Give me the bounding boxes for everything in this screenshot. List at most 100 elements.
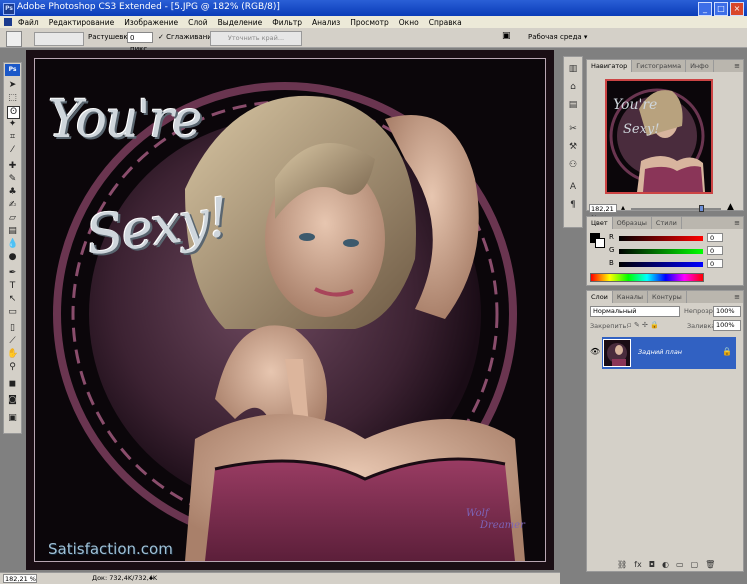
color-panel-menu-icon[interactable]: ≡ xyxy=(734,219,740,227)
gradient-tool-icon[interactable]: ▤ xyxy=(7,226,18,237)
navigator-slider-knob[interactable] xyxy=(699,205,704,212)
layers-panel-menu-icon[interactable]: ≡ xyxy=(734,293,740,301)
panel-menu-icon[interactable]: ≡ xyxy=(734,62,740,70)
shape-tool-icon[interactable]: ▭ xyxy=(7,307,18,318)
clone-source-icon[interactable]: ⚇ xyxy=(567,159,579,171)
brush-tool-icon[interactable]: ✎ xyxy=(7,174,18,185)
photoshop-app-icon[interactable]: Ps xyxy=(3,3,15,15)
document-canvas[interactable]: You're Sexy! Satisfaction.com Wolf Dream… xyxy=(26,50,554,570)
slice-tool-icon[interactable]: ⁄ xyxy=(7,145,18,156)
tab-info[interactable]: Инфо xyxy=(686,60,714,72)
history-brush-tool-icon[interactable]: ✍ xyxy=(7,200,18,211)
doc-info[interactable]: Док: 732,4K/732,4K xyxy=(92,573,157,584)
close-button[interactable]: × xyxy=(730,2,744,16)
layer-row-background[interactable]: Задний план 🔒 xyxy=(602,337,736,369)
layer-name[interactable]: Задний план xyxy=(638,348,682,356)
feather-input[interactable]: 0 пикс xyxy=(127,32,153,53)
red-value-input[interactable]: 0 xyxy=(707,233,723,242)
notes-tool-icon[interactable]: ▯ xyxy=(7,323,18,334)
menu-edit[interactable]: Редактирование xyxy=(49,18,114,27)
adjustment-layer-icon[interactable]: ◐ xyxy=(662,560,669,569)
link-layers-icon[interactable]: ⛓ xyxy=(617,560,627,569)
tab-layers[interactable]: Слои xyxy=(587,291,613,303)
magic-wand-tool-icon[interactable]: ✦ xyxy=(7,119,18,130)
actions-icon[interactable]: ⚒ xyxy=(567,141,579,153)
move-tool-icon[interactable]: ➤ xyxy=(7,80,18,91)
tab-paths[interactable]: Контуры xyxy=(648,291,687,303)
character-icon[interactable]: A xyxy=(567,181,579,193)
crop-tool-icon[interactable]: ⌗ xyxy=(7,132,18,143)
menu-layer[interactable]: Слой xyxy=(188,18,208,27)
lasso-tool-preset-icon[interactable] xyxy=(6,31,22,47)
eyedropper-tool-icon[interactable]: ⟋ xyxy=(7,336,18,347)
refine-edge-button[interactable]: Уточнить край... xyxy=(210,31,302,46)
eraser-tool-icon[interactable]: ▱ xyxy=(7,213,18,224)
blend-mode-select[interactable]: Нормальный xyxy=(590,306,680,317)
paragraph-icon[interactable]: ¶ xyxy=(567,199,579,211)
layer-visibility-eye-icon[interactable]: 👁 xyxy=(590,347,600,356)
menu-window[interactable]: Окно xyxy=(399,18,419,27)
menu-select[interactable]: Выделение xyxy=(218,18,263,27)
lasso-tool-icon[interactable]: ʘ xyxy=(7,106,20,119)
lock-icons[interactable]: ▫ ✎ ✢ 🔒 xyxy=(627,321,659,329)
background-color-swatch[interactable] xyxy=(595,238,605,248)
minimize-button[interactable]: _ xyxy=(698,2,712,16)
menu-view[interactable]: Просмотр xyxy=(350,18,389,27)
hand-tool-icon[interactable]: ✋ xyxy=(7,349,18,360)
dodge-tool-icon[interactable]: ● xyxy=(7,252,18,263)
new-group-icon[interactable]: ▭ xyxy=(676,560,684,569)
antialias-checkbox[interactable]: ✓ Сглаживание xyxy=(158,33,216,41)
delete-layer-icon[interactable]: 🗑 xyxy=(705,560,715,569)
selection-mode-buttons[interactable] xyxy=(34,32,84,46)
clone-stamp-tool-icon[interactable]: ♣ xyxy=(7,187,18,198)
navigator-thumbnail[interactable]: You're Sexy! xyxy=(605,79,713,194)
bridge-icon[interactable]: ▣ xyxy=(502,31,511,41)
tab-color[interactable]: Цвет xyxy=(587,217,613,229)
color-spectrum-bar[interactable] xyxy=(590,273,704,282)
layer-comps-icon[interactable]: ▤ xyxy=(567,99,579,111)
maximize-button[interactable]: □ xyxy=(714,2,728,16)
tab-histogram[interactable]: Гистограмма xyxy=(632,60,687,72)
navigator-zoom-field[interactable]: 182,21 % xyxy=(589,204,617,222)
workspace-button[interactable]: Рабочая среда ▾ xyxy=(528,33,587,41)
blur-tool-icon[interactable]: 💧 xyxy=(7,239,18,250)
screen-mode-icon[interactable]: ▣ xyxy=(7,413,18,424)
healing-brush-tool-icon[interactable]: ✚ xyxy=(7,161,18,172)
doc-info-arrow-icon[interactable]: ▸ xyxy=(150,573,154,584)
layer-style-icon[interactable]: fx xyxy=(634,560,642,569)
ps-menu-icon[interactable] xyxy=(4,18,12,26)
green-value-input[interactable]: 0 xyxy=(707,246,723,255)
green-slider[interactable] xyxy=(619,249,703,254)
pen-tool-icon[interactable]: ✒ xyxy=(7,268,18,279)
blue-slider[interactable] xyxy=(619,262,703,267)
zoom-field[interactable]: 182,21 % xyxy=(3,574,37,583)
menu-image[interactable]: Изображение xyxy=(124,18,178,27)
marquee-tool-icon[interactable]: ⬚ xyxy=(7,93,18,104)
color-swatches-icon[interactable]: ◼ xyxy=(7,379,18,390)
menu-filter[interactable]: Фильтр xyxy=(272,18,302,27)
new-layer-icon[interactable]: ▢ xyxy=(691,560,699,569)
red-slider[interactable] xyxy=(619,236,703,241)
tab-swatches[interactable]: Образцы xyxy=(613,217,652,229)
tab-navigator[interactable]: Навигатор xyxy=(587,60,633,72)
menu-analysis[interactable]: Анализ xyxy=(312,18,340,27)
tab-styles[interactable]: Стили xyxy=(652,217,682,229)
zoom-out-icon[interactable]: ▴ xyxy=(621,203,625,212)
menu-file[interactable]: Файл xyxy=(18,18,39,27)
zoom-in-icon[interactable]: ▲ xyxy=(727,202,734,212)
brushes-panel-icon[interactable]: ▥ xyxy=(567,63,579,75)
blue-value-input[interactable]: 0 xyxy=(707,259,723,268)
toolbox: Ps ➤ ⬚ ʘ ✦ ⌗ ⁄ ✚ ✎ ♣ ✍ ▱ ▤ 💧 ● ✒ T ↖ ▭ ▯… xyxy=(3,62,22,434)
menu-help[interactable]: Справка xyxy=(429,18,462,27)
fill-input[interactable]: 100% xyxy=(713,320,741,331)
layer-mask-icon[interactable]: ◘ xyxy=(649,560,655,569)
quick-mask-icon[interactable]: ◙ xyxy=(7,395,18,406)
type-tool-icon[interactable]: T xyxy=(7,281,18,292)
zoom-tool-icon[interactable]: ⚲ xyxy=(7,362,18,373)
tools-icon[interactable]: ✂ xyxy=(567,123,579,135)
tool-presets-icon[interactable]: ⌂ xyxy=(567,81,579,93)
opacity-input[interactable]: 100% xyxy=(713,306,741,317)
navigator-zoom-slider[interactable] xyxy=(631,208,721,210)
tab-channels[interactable]: Каналы xyxy=(613,291,649,303)
path-selection-tool-icon[interactable]: ↖ xyxy=(7,294,18,305)
